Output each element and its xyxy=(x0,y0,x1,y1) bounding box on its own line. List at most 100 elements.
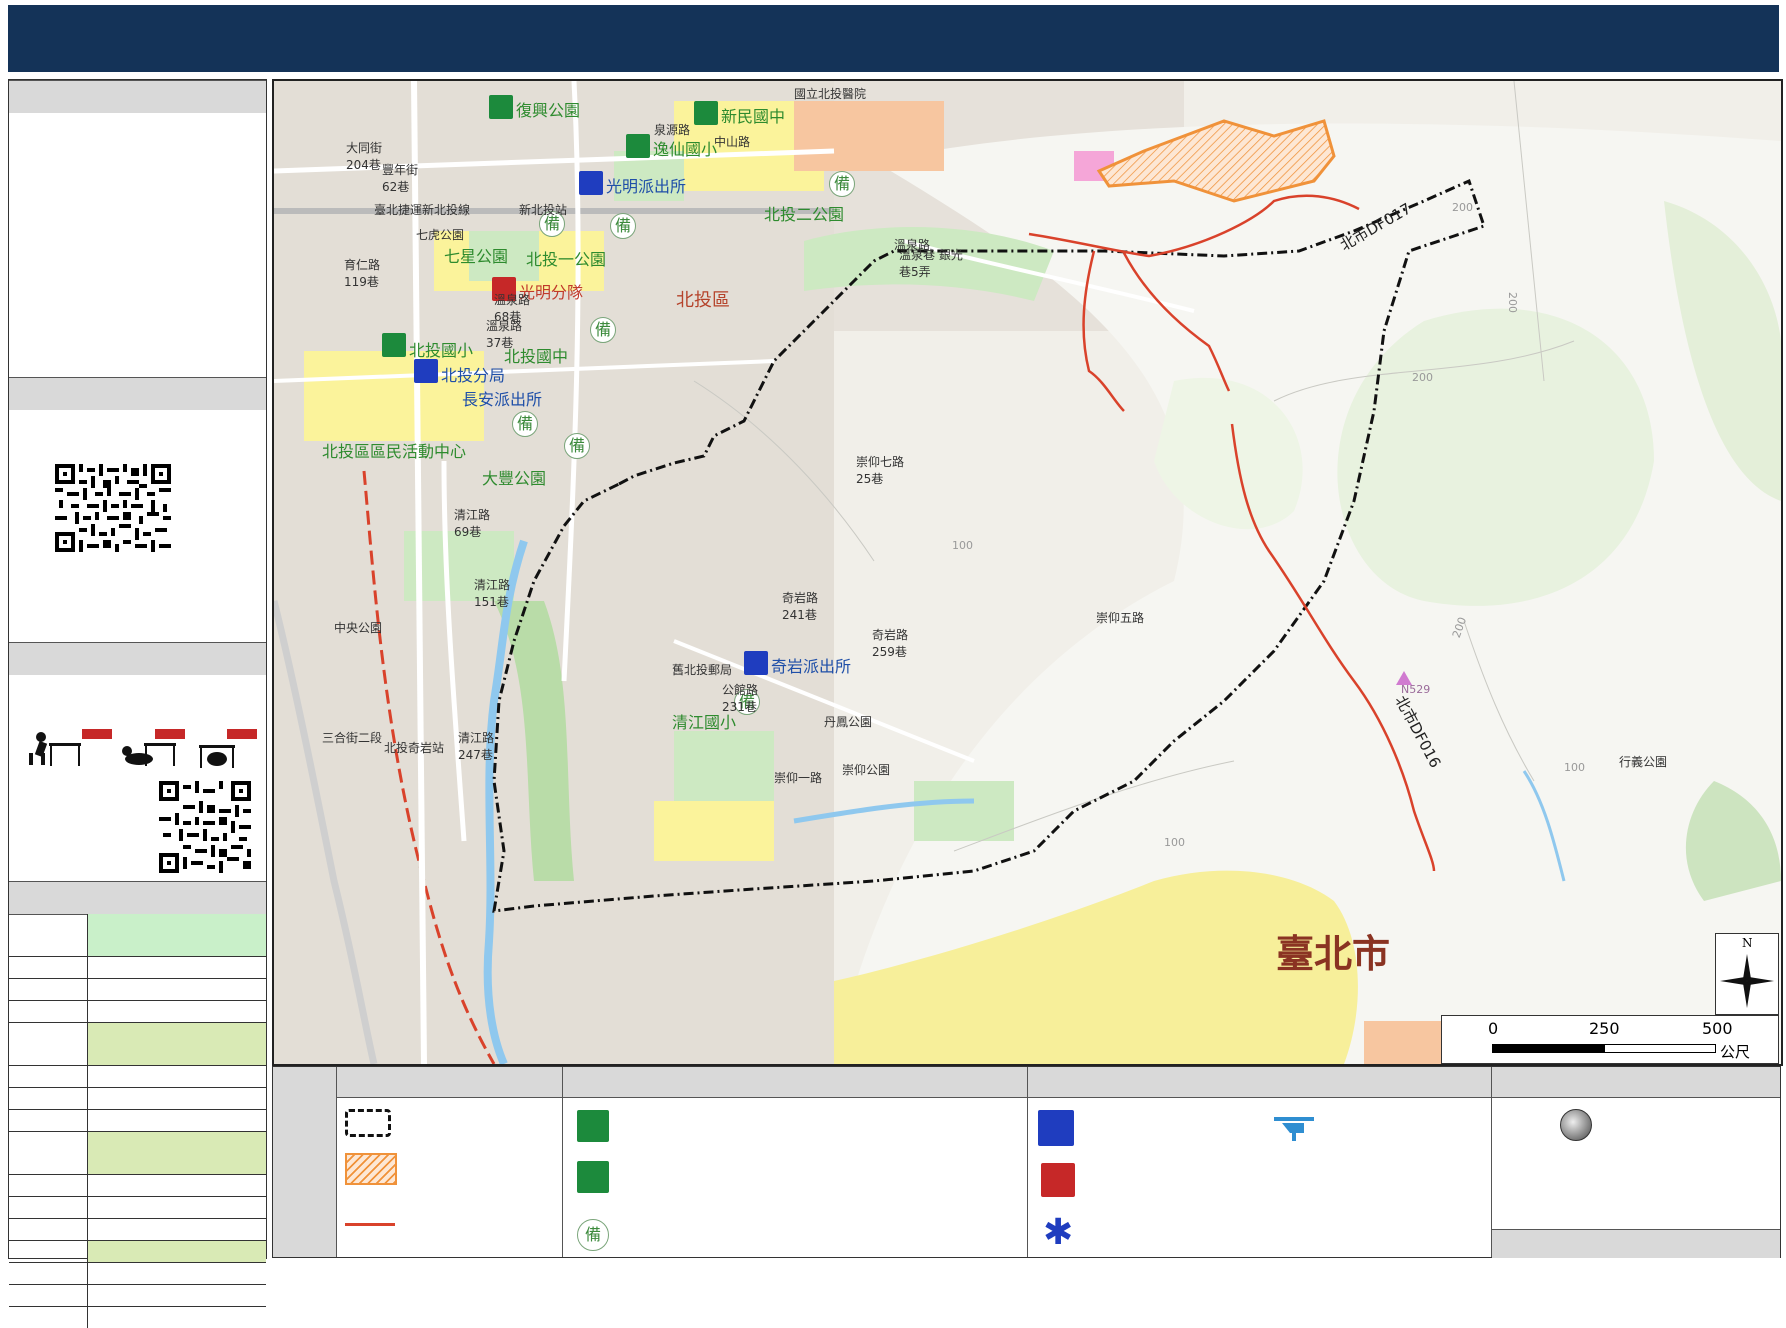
police-station-label: 長安派出所 xyxy=(462,390,543,409)
table-row xyxy=(9,1132,266,1175)
table-row xyxy=(9,1088,266,1110)
legend: 備 ✱ xyxy=(272,1066,1781,1258)
sidebar-section-header xyxy=(9,881,266,915)
sidebar-qr-box xyxy=(9,410,266,642)
scale-tick: 500 xyxy=(1702,1019,1733,1038)
street-label: 公館路 231巷 xyxy=(722,683,759,714)
legend-header xyxy=(1492,1067,1780,1098)
contour-label: 200 xyxy=(1452,201,1473,214)
street-label: 清江路 151巷 xyxy=(474,578,511,609)
reserve-marker-icon: 備 xyxy=(564,433,590,459)
reserve-marker-icon: 備 xyxy=(512,411,538,437)
contour-label: 100 xyxy=(1164,836,1185,849)
contour-label: 100 xyxy=(1564,761,1585,774)
scale-tick: 250 xyxy=(1589,1019,1620,1038)
reserve-marker-icon: 備 xyxy=(590,317,616,343)
table-row xyxy=(9,1263,266,1285)
police-station-label: 北投分局 xyxy=(441,366,506,385)
street-label: 奇岩路 259巷 xyxy=(872,628,909,659)
street-label: 行義公園 xyxy=(1619,755,1668,769)
table-row xyxy=(9,1241,266,1263)
contour-label: 100 xyxy=(952,539,973,552)
street-label: 清江路 69巷 xyxy=(454,508,491,539)
medical-icon: ✱ xyxy=(1043,1212,1074,1253)
table-row xyxy=(9,1197,266,1219)
table-row xyxy=(9,1110,266,1132)
sidebar-section-header xyxy=(9,80,266,114)
peak-label: N529 xyxy=(1401,683,1431,696)
street-label: 育仁路 119巷 xyxy=(344,258,381,289)
evacuation-park-icon xyxy=(577,1161,609,1193)
activity-center-label: 北投區區民活動中心 xyxy=(322,442,467,461)
sidebar-section-header xyxy=(9,377,266,411)
police-station-icon xyxy=(1038,1110,1074,1146)
police-station-icon xyxy=(744,651,768,675)
street-label: 丹鳳公園 xyxy=(824,715,873,729)
street-label: 溫泉巷 銀光巷5弄 xyxy=(899,248,963,279)
sidebar xyxy=(8,79,267,1328)
sidebar-section-header xyxy=(9,642,266,676)
boundary-swatch xyxy=(345,1109,391,1137)
contour-label: 200 xyxy=(1412,371,1433,384)
danger-zone-swatch xyxy=(345,1153,397,1185)
street-label: 溫泉路 37巷 xyxy=(486,319,523,350)
map-canvas[interactable]: 北投區 臺北市 北市DF017 北市DF016 N529 200 200 200… xyxy=(272,79,1783,1066)
street-label: 中山路 xyxy=(714,135,751,149)
school-label: 新民國中 xyxy=(721,107,786,126)
legend-column xyxy=(563,1067,1028,1257)
park-label: 北投一公園 xyxy=(526,250,607,269)
scale-tick: 0 xyxy=(1488,1019,1499,1038)
police-station-label: 光明派出所 xyxy=(606,177,687,196)
sidebar-info-box xyxy=(9,113,266,377)
north-label: N xyxy=(1742,936,1753,950)
scale-unit: 公尺 xyxy=(1720,1043,1751,1061)
table-row xyxy=(9,957,266,979)
table-row xyxy=(9,979,266,1001)
school-label: 逸仙國小 xyxy=(653,140,718,159)
legend-title-column xyxy=(273,1067,337,1257)
qr-code[interactable] xyxy=(159,781,251,873)
school-shelter-icon xyxy=(626,134,650,158)
street-label: 崇仰一路 xyxy=(774,771,823,785)
table-row xyxy=(9,1307,266,1328)
compass-icon xyxy=(1720,954,1774,1008)
scale-bar: 0 250 500 公尺 xyxy=(1441,1015,1779,1064)
park-label: 北投二公園 xyxy=(764,205,845,224)
table-row xyxy=(9,1001,266,1023)
station-marker-icon xyxy=(1560,1109,1592,1141)
table-row xyxy=(9,1285,266,1307)
street-label: 崇仰七路 25巷 xyxy=(856,455,905,486)
helipad-icon xyxy=(1274,1117,1314,1141)
table-row xyxy=(9,1023,266,1066)
street-label: 豐年街 62巷 xyxy=(382,163,419,194)
street-label: 七虎公園 xyxy=(416,228,465,242)
table-row xyxy=(9,914,266,957)
street-label: 三合街二段 xyxy=(322,731,383,745)
scale-bar-white xyxy=(1604,1044,1716,1053)
street-label: 舊北投郵局 xyxy=(672,663,733,677)
street-label: 北投奇岩站 xyxy=(384,741,445,755)
park-label: 復興公園 xyxy=(516,101,581,120)
park-label: 大豐公園 xyxy=(482,469,547,488)
north-arrow: N xyxy=(1715,933,1779,1015)
street-label: 新北投站 xyxy=(519,203,568,217)
map-base xyxy=(274,81,1781,1064)
street-label: 清江路 247巷 xyxy=(458,731,495,762)
school-shelter-icon xyxy=(382,333,406,357)
police-station-icon xyxy=(414,359,438,383)
sidebar-earthquake-box xyxy=(9,675,266,881)
school-label: 北投國小 xyxy=(409,341,474,360)
street-label: 奇岩路 241巷 xyxy=(782,591,819,622)
police-station-icon xyxy=(579,171,603,195)
police-station-label: 奇岩派出所 xyxy=(771,657,852,676)
district-label: 北投區 xyxy=(676,290,730,311)
street-label: 中央公園 xyxy=(334,621,383,635)
reserve-marker-icon: 備 xyxy=(610,213,636,239)
school-shelter-icon xyxy=(694,101,718,125)
qr-code[interactable] xyxy=(55,464,171,552)
table-row xyxy=(9,1219,266,1241)
shelter-icon xyxy=(577,1110,609,1142)
table-row xyxy=(9,1175,266,1197)
contour-label: 200 xyxy=(1506,292,1519,313)
park-label: 七星公園 xyxy=(444,247,509,266)
